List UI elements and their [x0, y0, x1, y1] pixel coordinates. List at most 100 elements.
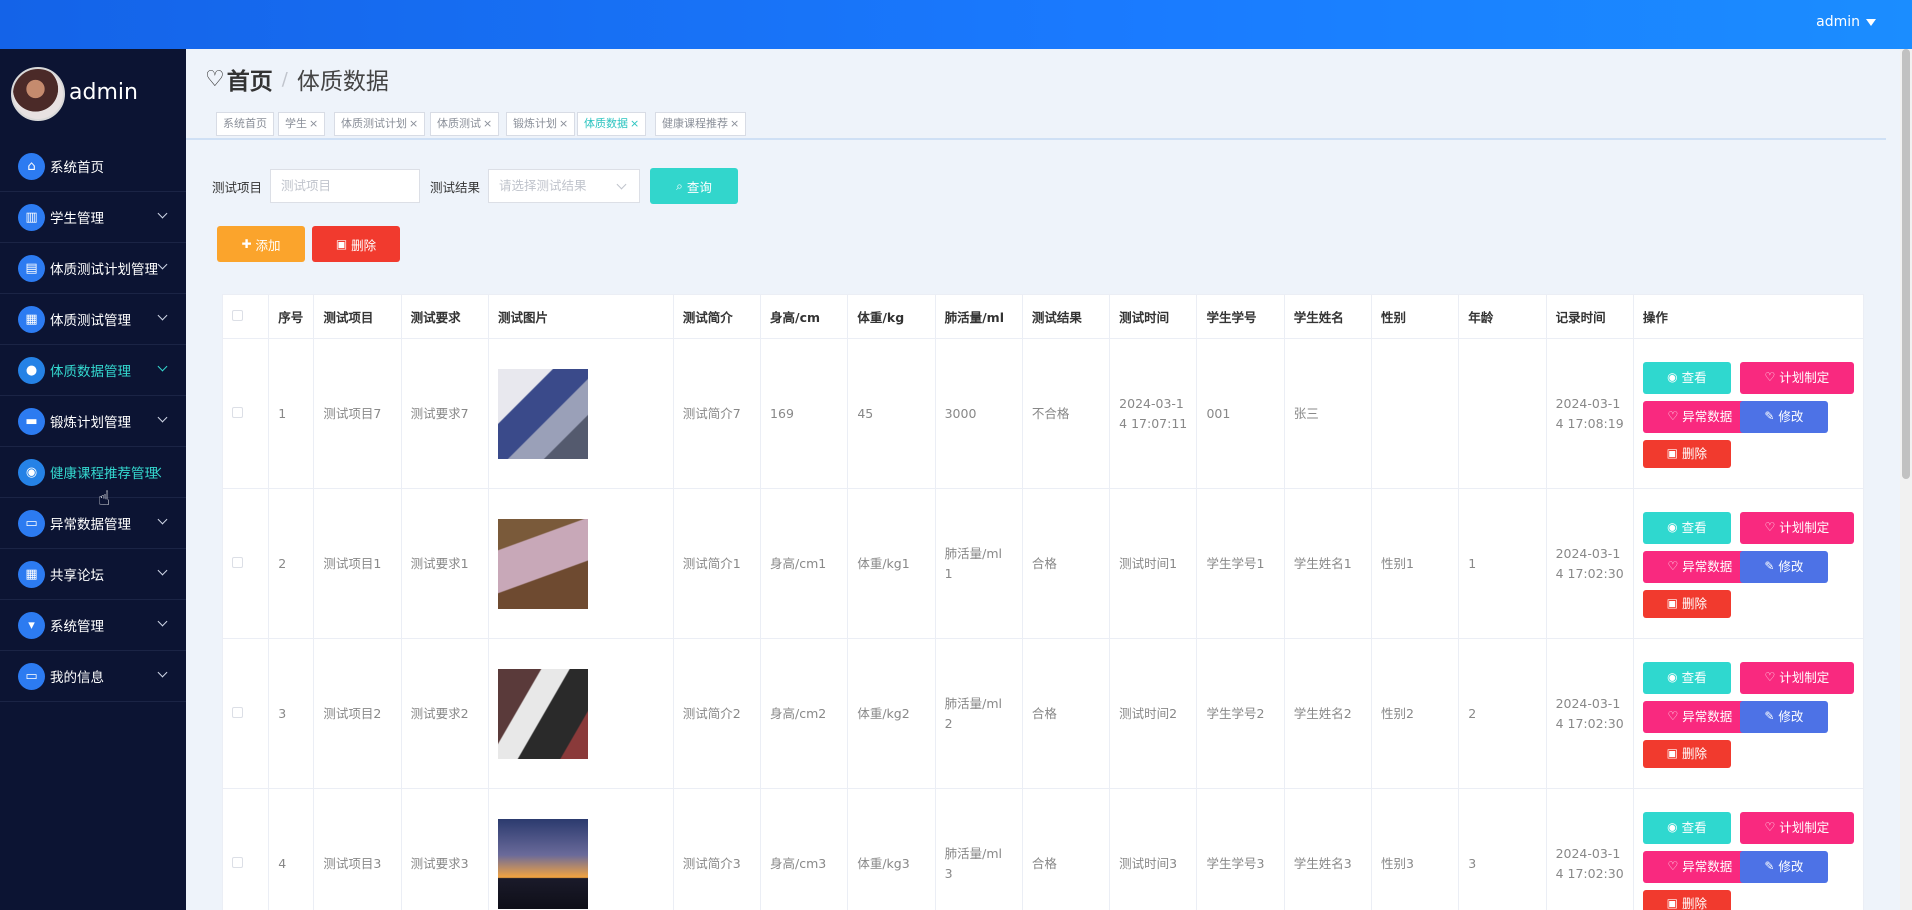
sidebar-item-1[interactable]: ▥ 学生管理	[0, 192, 186, 243]
query-label: 查询	[686, 179, 712, 195]
plan-button[interactable]: ♡ 计划制定	[1739, 661, 1854, 694]
edit-button[interactable]: ✎ 修改	[1739, 700, 1828, 733]
cell-age: 1	[1458, 488, 1547, 639]
close-icon[interactable]: ×	[409, 117, 418, 130]
query-button[interactable]: ⌕ 查询	[650, 168, 739, 204]
cell-time: 2024-03-1 4 17:07:11	[1109, 338, 1198, 489]
tab-tag-6[interactable]: 健康课程推荐 ×	[655, 112, 747, 136]
view-button-label: 查看	[1681, 369, 1707, 385]
plan-button[interactable]: ♡ 计划制定	[1739, 511, 1854, 544]
sidebar-item-9[interactable]: ▾ 系统管理	[0, 600, 186, 651]
cell-gender: 性别3	[1371, 788, 1460, 910]
column-header: 学生学号	[1196, 294, 1285, 339]
cell-height: 身高/cm3	[760, 788, 849, 910]
sidebar-item-7[interactable]: ▭ 异常数据管理	[0, 498, 186, 549]
test-result-select[interactable]: 请选择测试结果	[488, 169, 641, 203]
sidebar-item-10[interactable]: ▭ 我的信息	[0, 651, 186, 702]
cell-sid: 学生学号3	[1196, 788, 1285, 910]
tab-tag-label: 体质测试	[437, 117, 481, 130]
cell-gender: 性别1	[1371, 488, 1460, 639]
chevron-down-icon	[157, 208, 168, 219]
close-icon[interactable]: ×	[730, 117, 739, 130]
edit-button[interactable]: ✎ 修改	[1739, 850, 1828, 883]
delete-button[interactable]: ▣ 删除	[1642, 589, 1731, 618]
tab-tag-label: 健康课程推荐	[662, 117, 728, 130]
delete-icon: ▣	[335, 237, 348, 251]
test-image-cell	[487, 488, 674, 639]
close-icon[interactable]: ×	[630, 117, 639, 130]
test-image[interactable]	[497, 518, 588, 609]
view-button[interactable]: ◉ 查看	[1642, 661, 1731, 694]
breadcrumb-home[interactable]: 首页	[227, 62, 273, 96]
sidebar-item-5[interactable]: ▬ 锻炼计划管理	[0, 396, 186, 447]
plan-button[interactable]: ♡ 计划制定	[1739, 811, 1854, 844]
cell-weight: 45	[847, 338, 936, 489]
tab-tag-label: 学生	[285, 117, 307, 130]
data-table: 序号 测试项目 测试要求 测试图片 测试简介 身高/cm 体重/kg 肺活量/ml 测试结果 测试…	[222, 294, 1864, 910]
row-checkbox[interactable]	[232, 856, 243, 868]
abnormal-button-label: 异常数据	[1682, 708, 1733, 724]
sidebar-item-2[interactable]: ▤ 体质测试计划管理	[0, 243, 186, 294]
sidebar-item-0[interactable]: ⌂ 系统首页	[0, 141, 186, 192]
delete-button[interactable]: ▣ 删除	[1642, 739, 1731, 768]
view-button[interactable]: ◉ 查看	[1642, 511, 1731, 544]
tab-tag-label: 锻炼计划	[513, 117, 557, 130]
close-icon[interactable]: ×	[559, 117, 568, 130]
plan-button-label: 计划制定	[1779, 669, 1830, 685]
delete-button[interactable]: ▣ 删除	[1642, 889, 1731, 910]
tab-tag-3[interactable]: 体质测试 ×	[430, 112, 500, 136]
sidebar-item-6[interactable]: ◉ 健康课程推荐管理	[0, 447, 186, 498]
tab-tag-0[interactable]: 系统首页	[216, 112, 274, 136]
column-header: 记录时间	[1545, 294, 1634, 339]
close-icon[interactable]: ×	[309, 117, 318, 130]
test-image[interactable]	[497, 668, 588, 759]
edit-button[interactable]: ✎ 修改	[1739, 550, 1828, 583]
chevron-down-icon	[157, 616, 168, 627]
eye-icon: ◉	[1667, 370, 1678, 385]
test-image[interactable]	[497, 368, 588, 459]
cell-no: 3	[268, 638, 315, 789]
view-button[interactable]: ◉ 查看	[1642, 811, 1731, 844]
eye-icon: ◉	[1667, 520, 1678, 535]
table-row: 1 测试项目7 测试要求7 测试简介7 169 45 3000 不合格 2024-03-1 4 …	[222, 338, 1864, 489]
trash-icon: ▣	[1666, 446, 1679, 461]
tab-tag-1[interactable]: 学生 ×	[278, 112, 326, 136]
tab-tag-2[interactable]: 体质测试计划 ×	[334, 112, 426, 136]
add-label: 添加	[255, 237, 281, 253]
sidebar-item-4[interactable]: ● 体质数据管理	[0, 345, 186, 396]
delete-button[interactable]: ▣ 删除	[1642, 439, 1731, 468]
tab-tag-4[interactable]: 锻炼计划 ×	[506, 112, 576, 136]
grid-icon: ▦	[18, 560, 45, 588]
user-menu[interactable]: admin	[1816, 14, 1876, 30]
edit-button-label: 修改	[1778, 558, 1804, 574]
close-icon[interactable]: ×	[483, 117, 492, 130]
edit-button[interactable]: ✎ 修改	[1739, 400, 1828, 433]
cell-lung: 3000	[934, 338, 1023, 489]
abnormal-button-label: 异常数据	[1682, 858, 1733, 874]
scrollbar-thumb[interactable]	[1902, 49, 1910, 479]
row-checkbox[interactable]	[232, 406, 243, 418]
column-header: 测试要求	[400, 294, 489, 339]
row-checkbox[interactable]	[232, 556, 243, 568]
sidebar-item-8[interactable]: ▦ 共享论坛	[0, 549, 186, 600]
eye-icon: ◉	[1667, 670, 1678, 685]
breadcrumb-separator: /	[281, 68, 288, 90]
test-item-input[interactable]: 测试项目	[270, 169, 421, 203]
sidebar-item-label: 异常数据管理	[50, 517, 131, 533]
row-checkbox[interactable]	[232, 706, 243, 718]
add-button[interactable]: ✚ 添加	[217, 226, 305, 262]
sidebar-item-3[interactable]: ▦ 体质测试管理	[0, 294, 186, 345]
cell-sname: 学生姓名2	[1283, 638, 1373, 789]
test-image[interactable]	[497, 818, 588, 909]
view-button[interactable]: ◉ 查看	[1642, 361, 1731, 394]
tab-tag-5[interactable]: 体质数据 ×	[577, 112, 647, 136]
sidebar-username: admin	[69, 80, 138, 105]
plan-button[interactable]: ♡ 计划制定	[1739, 361, 1854, 394]
operations-cell: ◉ 查看 ♡ 计划制定 ♡ 异常数据 ✎ 修改 ▣ 删除	[1632, 338, 1864, 489]
batch-delete-button[interactable]: ▣ 删除	[312, 226, 400, 262]
sidebar-item-label: 锻炼计划管理	[50, 415, 131, 431]
test-item-label: 测试项目	[212, 179, 263, 195]
select-all-checkbox[interactable]	[232, 310, 243, 321]
delete-button-label: 删除	[1682, 895, 1708, 910]
scrollbar[interactable]	[1900, 49, 1912, 910]
